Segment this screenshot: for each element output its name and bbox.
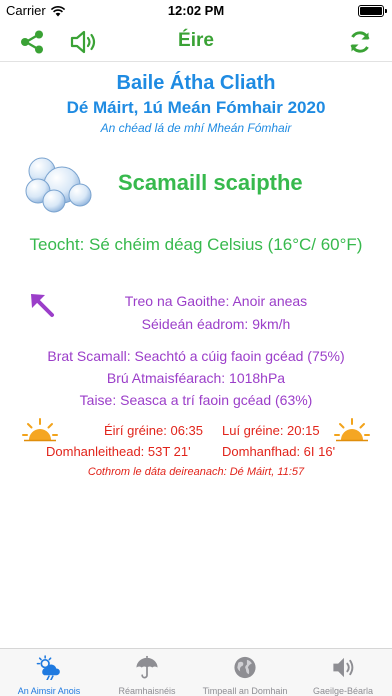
speaker-icon — [333, 657, 354, 678]
tab-bar: An Aimsir Anois Réamhaisnéis Timpeall an… — [0, 648, 392, 696]
latitude: Domhanleithead: 53T 21' — [46, 444, 191, 459]
sunrise-time: Éirí gréine: 06:35 — [104, 423, 204, 438]
weather-now-icon — [36, 655, 60, 680]
status-bar: Carrier 12:02 PM — [0, 0, 392, 22]
sunset-icon — [334, 418, 370, 442]
cloud-cover: Brat Scamall: Seachtó a cúig faoin gcéad… — [47, 348, 345, 364]
temperature-text: Teocht: Sé chéim déag Celsius (16°C/ 60°… — [29, 235, 363, 254]
tab-current-weather[interactable]: An Aimsir Anois — [0, 649, 98, 696]
city-name: Baile Átha Cliath — [116, 72, 276, 94]
tab-around-the-world[interactable]: Timpeall an Domhain — [196, 649, 294, 696]
nav-bar: Éire — [0, 22, 392, 62]
last-updated: Cothrom le dáta deireanach: Dé Máirt, 11… — [87, 466, 305, 478]
sunset-time: Luí gréine: 20:15 — [222, 423, 320, 438]
wind-speed: Séideán éadrom: 9km/h — [141, 316, 291, 332]
tab-label: Gaeilge-Béarla — [312, 686, 374, 696]
longitude: Domhanfhad: 6I 16' — [222, 444, 336, 459]
tab-label: An Aimsir Anois — [17, 686, 81, 696]
day-note: An chéad lá de mhí Mheán Fómhair — [100, 121, 292, 135]
status-time: 12:02 PM — [167, 3, 225, 18]
humidity: Taise: Seasca a trí faoin gcéad (63%) — [79, 392, 313, 408]
weather-condition: Scamaill scaipthe — [118, 170, 303, 195]
nav-title: Éire — [178, 30, 214, 51]
pressure: Brú Atmaisféarach: 1018hPa — [106, 370, 286, 386]
sunrise-icon — [22, 418, 58, 442]
umbrella-icon — [136, 655, 158, 679]
battery-icon — [358, 5, 387, 17]
current-date: Dé Máirt, 1ú Meán Fómhair 2020 — [66, 98, 326, 117]
tab-label: Réamhaisnéis — [118, 686, 176, 696]
globe-icon — [234, 656, 256, 679]
tab-forecast[interactable]: Réamhaisnéis — [98, 649, 196, 696]
refresh-icon — [350, 31, 370, 53]
cloud-icon — [25, 157, 92, 213]
refresh-button[interactable] — [344, 26, 376, 58]
tab-label: Timpeall an Domhain — [202, 686, 288, 696]
tab-irish-english[interactable]: Gaeilge-Béarla — [294, 649, 392, 696]
wind-direction: Treo na Gaoithe: Anoir aneas — [124, 293, 308, 309]
